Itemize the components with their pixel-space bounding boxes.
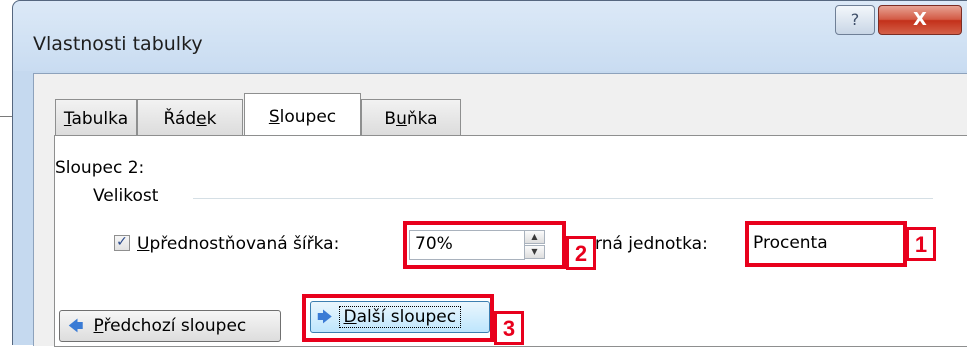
background-line xyxy=(0,116,12,117)
tab-hotkey: e xyxy=(196,109,207,129)
close-icon: X xyxy=(913,9,927,30)
annotation-1: 1 xyxy=(906,227,936,261)
title-bar: Vlastnosti tabulky ? X xyxy=(13,1,967,71)
tab-hotkey: u xyxy=(396,109,407,129)
check-icon: ✓ xyxy=(116,234,128,250)
previous-column-button[interactable]: 🡄 Předchozí sloupec xyxy=(59,310,281,342)
help-icon: ? xyxy=(850,10,860,29)
unit-label: rná jednotka: xyxy=(595,234,708,254)
close-button[interactable]: X xyxy=(878,5,962,35)
tab-tabulka[interactable]: Tabulka xyxy=(55,99,137,135)
tab-bunka[interactable]: Buňka xyxy=(361,99,461,135)
preferred-width-checkbox[interactable]: ✓ xyxy=(114,235,130,251)
preferred-width-label: Upřednostňovaná šířka: xyxy=(137,234,340,254)
background-area xyxy=(0,0,12,345)
annotation-3: 3 xyxy=(494,311,524,345)
group-divider xyxy=(193,198,933,199)
dialog-content: Tabulka Řádek Sloupec Buňka xyxy=(33,73,967,347)
tab-radek[interactable]: Řádek xyxy=(137,99,243,135)
highlight-next-column xyxy=(302,294,494,342)
column-label: Sloupec 2: xyxy=(55,158,145,178)
size-group-label: Velikost xyxy=(93,186,159,206)
tab-sloupec[interactable]: Sloupec xyxy=(244,93,361,135)
window-title: Vlastnosti tabulky xyxy=(33,33,203,55)
arrow-left-icon: 🡄 xyxy=(68,317,84,335)
highlight-preferred-width xyxy=(403,221,566,269)
help-button[interactable]: ? xyxy=(835,5,875,35)
highlight-unit xyxy=(745,221,907,267)
tab-hotkey: S xyxy=(268,107,280,127)
annotation-2: 2 xyxy=(566,236,596,270)
